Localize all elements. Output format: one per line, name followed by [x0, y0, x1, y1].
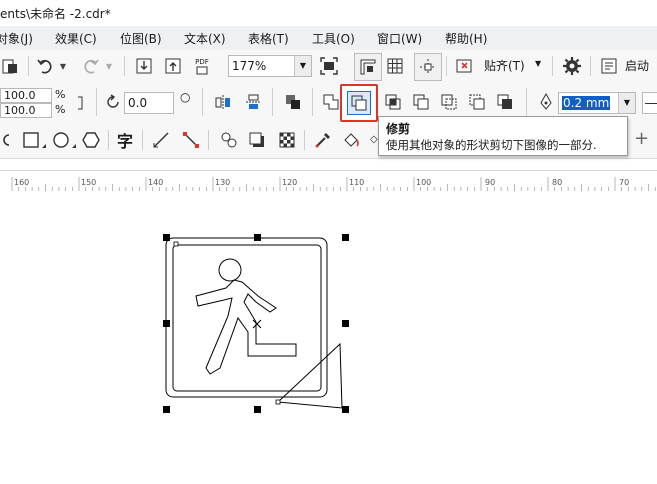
- running-man-figure[interactable]: [195, 258, 297, 375]
- node-handle[interactable]: [275, 399, 281, 405]
- selection-handle-top-left[interactable]: [163, 234, 170, 241]
- selection-handle-bottom-right[interactable]: [342, 406, 349, 413]
- selection-handle-middle-right[interactable]: [342, 320, 349, 327]
- sign-inner-border[interactable]: [172, 244, 322, 392]
- selection-handle-bottom-left[interactable]: [163, 406, 170, 413]
- node-handle[interactable]: [173, 241, 179, 247]
- selection-handle-top-right[interactable]: [342, 234, 349, 241]
- selection-handle-middle-left[interactable]: [163, 320, 170, 327]
- selection-handle-bottom-center[interactable]: [254, 406, 261, 413]
- trim-triangle-shape[interactable]: [276, 342, 343, 409]
- canvas-artwork: [165, 237, 343, 409]
- sign-outer-border[interactable]: [165, 237, 328, 398]
- selection-center-icon[interactable]: [252, 319, 262, 329]
- selection-handle-top-center[interactable]: [254, 234, 261, 241]
